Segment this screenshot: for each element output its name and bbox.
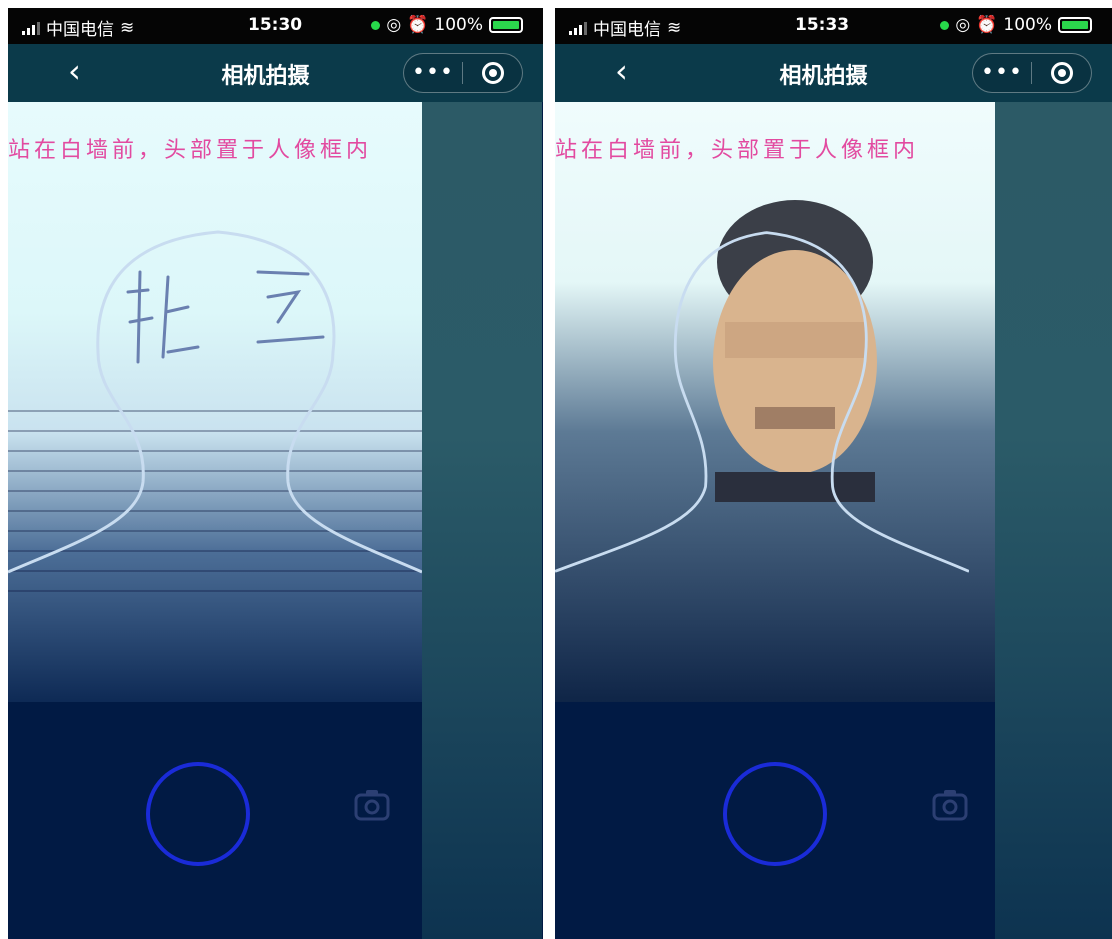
alarm-icon: ⏰ (976, 15, 998, 35)
mic-indicator-icon (940, 20, 950, 30)
status-right: ◎ ⏰ 100% (940, 15, 1092, 35)
nav-bar: ‹ 相机拍摄 ••• (555, 44, 1112, 102)
side-panel (422, 102, 542, 939)
shutter-button[interactable] (723, 762, 827, 866)
status-time: 15:33 (795, 15, 850, 35)
phone-screen-left: 中国电信 ≋ 15:30 ◎ ⏰ 100% ‹ 相机拍摄 ••• 站在白墙前，头… (8, 8, 543, 939)
nav-bar: ‹ 相机拍摄 ••• (8, 44, 543, 102)
camera-switch-icon[interactable] (932, 788, 968, 822)
mic-indicator-icon (371, 20, 381, 30)
signal-icon (22, 21, 40, 35)
camera-switch-icon[interactable] (354, 788, 390, 822)
carrier-group: 中国电信 ≋ (22, 15, 134, 40)
side-panel (995, 102, 1112, 939)
more-dots-icon[interactable]: ••• (404, 54, 462, 92)
lock-rotation-icon: ◎ (386, 15, 402, 35)
close-mini-program-button[interactable] (463, 62, 522, 84)
phone-screen-right: 中国电信 ≋ 15:33 ◎ ⏰ 100% ‹ 相机拍摄 ••• 站在白墙前，头… (555, 8, 1112, 939)
status-bar: 中国电信 ≋ 15:30 ◎ ⏰ 100% (8, 8, 543, 44)
record-icon (481, 62, 504, 84)
battery-percent: 100% (1003, 15, 1052, 35)
battery-icon (489, 17, 523, 33)
carrier-group: 中国电信 ≋ (569, 15, 681, 40)
carrier-label: 中国电信 (46, 20, 114, 40)
portrait-frame-outline (8, 230, 422, 574)
shutter-button[interactable] (146, 762, 250, 866)
mini-program-capsule: ••• (972, 53, 1092, 93)
alarm-icon: ⏰ (407, 15, 429, 35)
signal-icon (569, 21, 587, 35)
wifi-icon: ≋ (120, 17, 135, 38)
portrait-frame-outline (555, 231, 969, 573)
carrier-label: 中国电信 (593, 20, 661, 40)
status-time: 15:30 (248, 15, 303, 35)
camera-preview: 站在白墙前，头部置于人像框内 (555, 102, 995, 702)
battery-percent: 100% (434, 15, 483, 35)
mini-program-capsule: ••• (403, 53, 523, 93)
status-right: ◎ ⏰ 100% (371, 15, 523, 35)
wifi-icon: ≋ (667, 17, 682, 38)
close-mini-program-button[interactable] (1032, 62, 1091, 84)
status-bar: 中国电信 ≋ 15:33 ◎ ⏰ 100% (555, 8, 1112, 44)
record-icon (1050, 62, 1073, 84)
more-dots-icon[interactable]: ••• (973, 54, 1031, 92)
lock-rotation-icon: ◎ (955, 15, 971, 35)
camera-preview: 站在白墙前，头部置于人像框内 (8, 102, 422, 702)
battery-icon (1058, 17, 1092, 33)
